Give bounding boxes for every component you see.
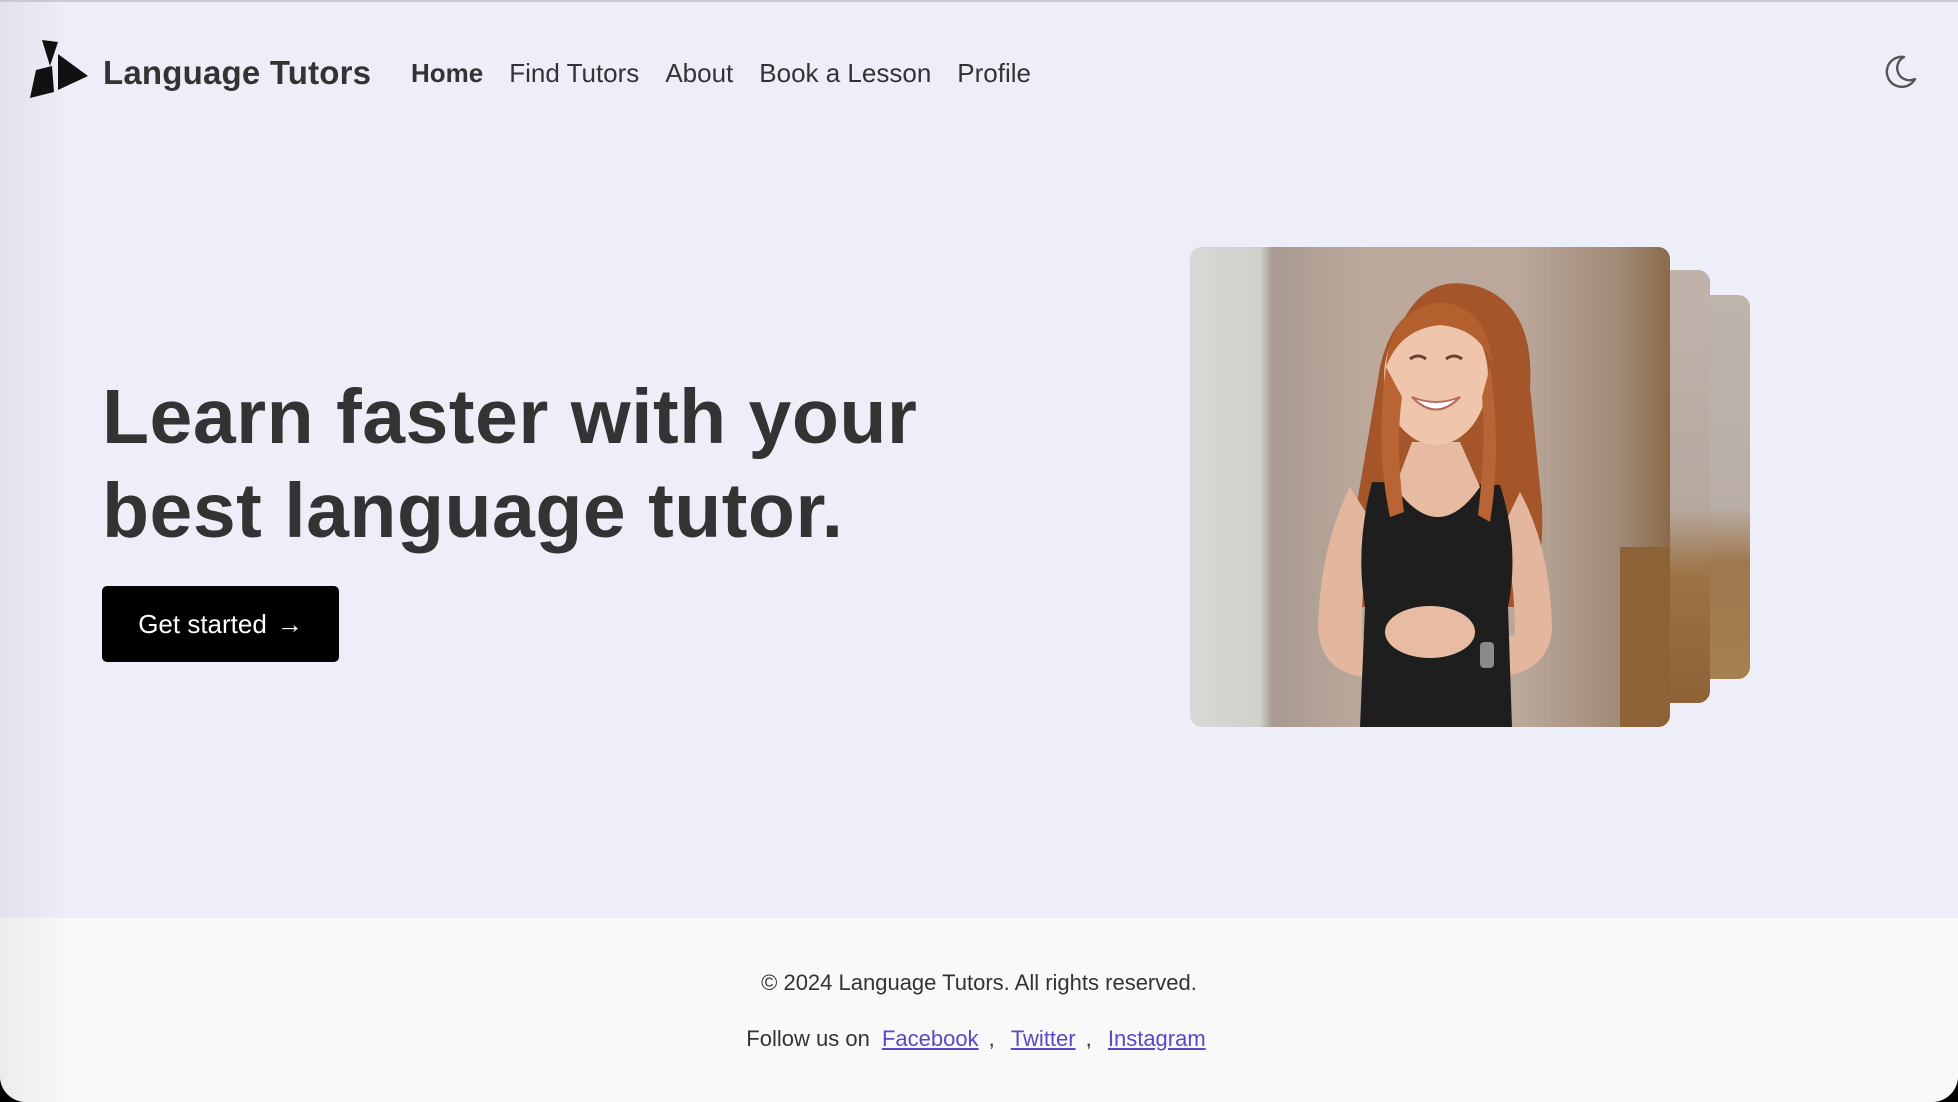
site-header: Language Tutors Home Find Tutors About B… (0, 2, 1958, 147)
arrow-right-icon: → (276, 608, 303, 639)
facebook-link[interactable]: Facebook (882, 1026, 979, 1051)
brand-name[interactable]: Language Tutors (103, 54, 371, 92)
follow-prefix: Follow us on (746, 1026, 870, 1051)
hero-title: Learn faster with your best language tut… (102, 370, 1002, 558)
page: Language Tutors Home Find Tutors About B… (0, 0, 1958, 1102)
tutor-portrait-illustration (1318, 283, 1670, 727)
get-started-button[interactable]: Get started → (102, 586, 339, 662)
main-nav: Home Find Tutors About Book a Lesson Pro… (411, 57, 1057, 89)
hero-title-line-1: Learn faster with your (102, 374, 918, 460)
moon-icon[interactable] (1880, 52, 1920, 92)
copyright-text: © 2024 Language Tutors. All rights reser… (761, 970, 1197, 995)
separator: , (988, 1026, 995, 1051)
nav-item-book-a-lesson[interactable]: Book a Lesson (759, 57, 931, 89)
nav-item-about[interactable]: About (665, 57, 733, 89)
footer-left-shade (0, 918, 70, 1102)
hero-title-line-2: best language tutor. (102, 468, 844, 554)
separator: , (1085, 1026, 1092, 1051)
nav-item-profile[interactable]: Profile (957, 57, 1031, 89)
twitter-link[interactable]: Twitter (1011, 1026, 1076, 1051)
tutor-photo[interactable] (1190, 247, 1670, 727)
site-footer: © 2024 Language Tutors. All rights reser… (0, 918, 1958, 1102)
social-links: Follow us on Facebook, Twitter, Instagra… (0, 1026, 1958, 1052)
nav-item-home[interactable]: Home (411, 57, 483, 89)
instagram-link[interactable]: Instagram (1108, 1026, 1206, 1051)
nav-item-find-tutors[interactable]: Find Tutors (509, 57, 639, 89)
triangles-logo-icon[interactable] (28, 36, 90, 100)
get-started-label: Get started (138, 608, 267, 639)
